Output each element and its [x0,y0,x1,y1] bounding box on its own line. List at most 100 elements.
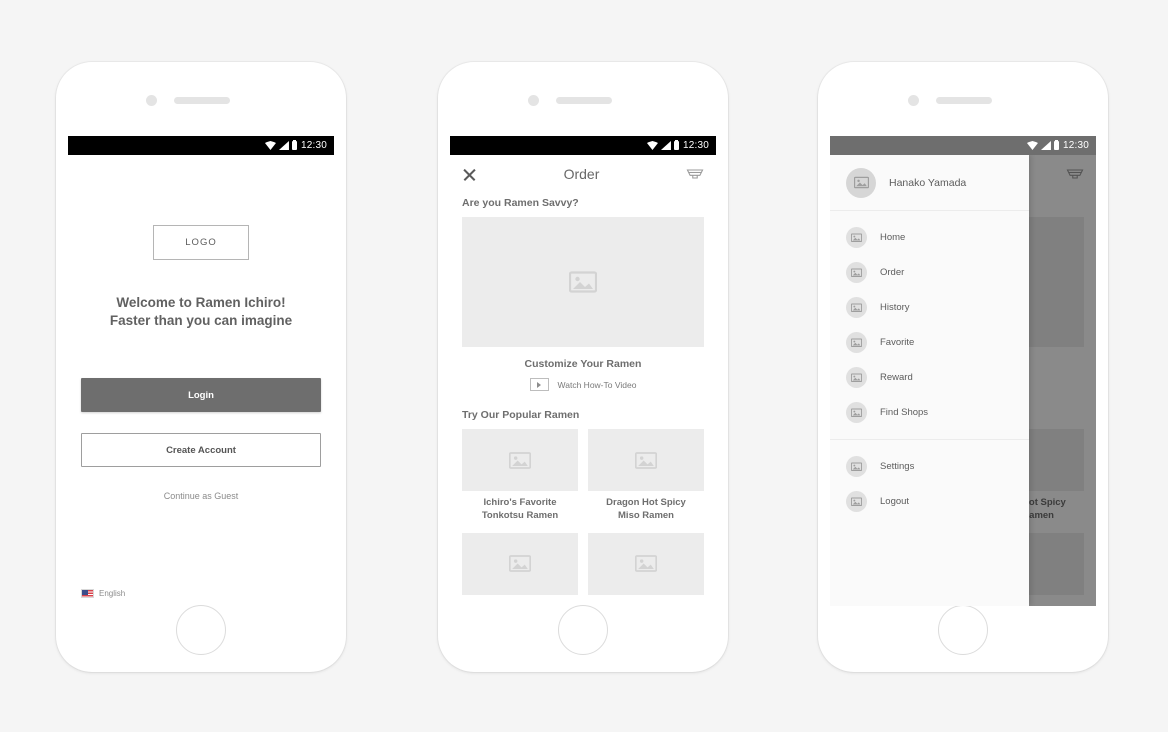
home-button[interactable] [558,605,608,655]
status-bar-icons [1026,139,1059,150]
image-placeholder-icon [635,451,657,469]
drawer-item-logout[interactable]: Logout [830,484,1029,519]
image-placeholder-icon [846,297,867,318]
battery-icon [1053,139,1059,150]
hero-caption: Customize Your Ramen [524,358,642,370]
ramen-card-image [588,429,704,491]
us-flag-icon [81,589,94,598]
battery-icon [673,139,679,150]
drawer-item-order[interactable]: Order [830,255,1029,290]
welcome-headline: Welcome to Ramen Ichiro! Faster than you… [110,294,292,330]
status-bar: 12:30 [830,136,1096,155]
wifi-icon [646,141,658,150]
welcome-headline-line1: Welcome to Ramen Ichiro! [116,295,286,310]
drawer-item-home[interactable]: Home [830,220,1029,255]
phone-top-bezel [438,62,728,136]
screen-drawer: 12:30 Order Are you Ramen Savvy? [830,136,1096,606]
signal-icon [660,141,671,150]
section-title-popular: Try Our Popular Ramen [462,409,580,421]
home-button[interactable] [938,605,988,655]
ramen-card-title-line1: Dragon Hot Spicy [606,497,686,508]
ramen-card[interactable]: Ichiro's Favorite Tonkotsu Ramen [462,429,578,523]
ramen-card-title: Dragon Hot Spicy Miso Ramen [588,497,704,523]
status-bar-time: 12:30 [1062,140,1089,151]
ramen-card-image [462,532,578,595]
image-placeholder-icon [846,367,867,388]
drawer-item-label: Logout [880,496,910,507]
drawer-item-find-shops[interactable]: Find Shops [830,395,1029,430]
login-button[interactable]: Login [81,378,321,413]
welcome-headline-line2: Faster than you can imagine [109,313,293,329]
phone-top-bezel [818,62,1108,136]
front-camera-icon [146,95,157,106]
battery-icon [291,139,297,150]
ramen-card[interactable] [588,532,704,595]
ramen-card-image [462,429,578,491]
ramen-bowl-icon[interactable] [686,166,704,182]
ramen-card-title: Ichiro's Favorite Tonkotsu Ramen [462,497,578,523]
drawer-item-label: Settings [880,461,915,472]
drawer-item-label: Find Shops [880,407,929,418]
play-icon [529,378,549,391]
language-selector[interactable]: English [81,589,125,598]
image-placeholder-icon [846,491,867,512]
image-placeholder-icon [846,332,867,353]
avatar [846,167,876,198]
phone-mockup-drawer: 12:30 Order Are you Ramen Savvy? [818,62,1108,672]
ramen-card[interactable] [462,532,578,595]
image-placeholder-icon [846,227,867,248]
drawer-screen-body: Order Are you Ramen Savvy? Customize You… [830,155,1096,606]
front-camera-icon [528,95,539,106]
ramen-card-image [588,532,704,595]
home-button[interactable] [176,605,226,655]
avatar-image-icon [853,176,869,189]
drawer-secondary-list: Settings Logout [830,439,1029,528]
app-bar: Order [450,155,716,193]
status-bar-time: 12:30 [682,140,709,151]
drawer-item-favorite[interactable]: Favorite [830,325,1029,360]
status-bar-icons [264,139,297,150]
image-placeholder-icon [509,555,531,572]
drawer-item-history[interactable]: History [830,290,1029,325]
ramen-card[interactable]: Dragon Hot Spicy Miso Ramen [588,429,704,523]
section-title-savvy: Are you Ramen Savvy? [462,197,579,209]
image-placeholder-icon [635,555,657,572]
drawer-item-label: Home [880,232,906,243]
image-placeholder-icon [569,271,597,293]
ramen-card-title-line2: Miso Ramen [618,509,674,521]
continue-as-guest-link[interactable]: Continue as Guest [164,491,239,501]
popular-ramen-grid: Ichiro's Favorite Tonkotsu Ramen Dragon … [450,429,716,595]
drawer-item-label: History [880,302,910,313]
drawer-item-reward[interactable]: Reward [830,360,1029,395]
drawer-item-label: Favorite [880,337,915,348]
watch-video-link[interactable]: Watch How-To Video [450,378,716,391]
drawer-user-header[interactable]: Hanako Yamada [830,155,1029,211]
image-placeholder-icon [846,456,867,477]
drawer-item-settings[interactable]: Settings [830,449,1029,484]
logo-placeholder: LOGO [153,225,249,260]
hero-image-placeholder[interactable] [462,217,704,347]
earpiece-speaker [174,97,230,104]
drawer-item-label: Reward [880,372,913,383]
drawer-primary-list: Home Order History Favorite Reward Find … [830,211,1029,439]
create-account-button[interactable]: Create Account [81,433,321,468]
language-label: English [99,589,126,598]
phone-top-bezel [56,62,346,136]
ramen-card-title-line1: Ichiro's Favorite [483,497,557,508]
drawer-user-name: Hanako Yamada [889,176,967,189]
status-bar-time: 12:30 [300,140,327,151]
signal-icon [1040,141,1051,150]
signal-icon [278,141,289,150]
phone-mockup-welcome: 12:30 LOGO Welcome to Ramen Ichiro! Fast… [56,62,346,672]
front-camera-icon [908,95,919,106]
close-icon[interactable] [462,167,477,182]
image-placeholder-icon [846,402,867,423]
image-placeholder-icon [509,451,531,469]
watch-video-label: Watch How-To Video [557,379,637,390]
image-placeholder-icon [846,262,867,283]
ramen-card-title-line2: Tonkotsu Ramen [481,509,559,521]
status-bar-icons [646,139,679,150]
status-bar: 12:30 [450,136,716,155]
earpiece-speaker [556,97,612,104]
earpiece-speaker [936,97,992,104]
